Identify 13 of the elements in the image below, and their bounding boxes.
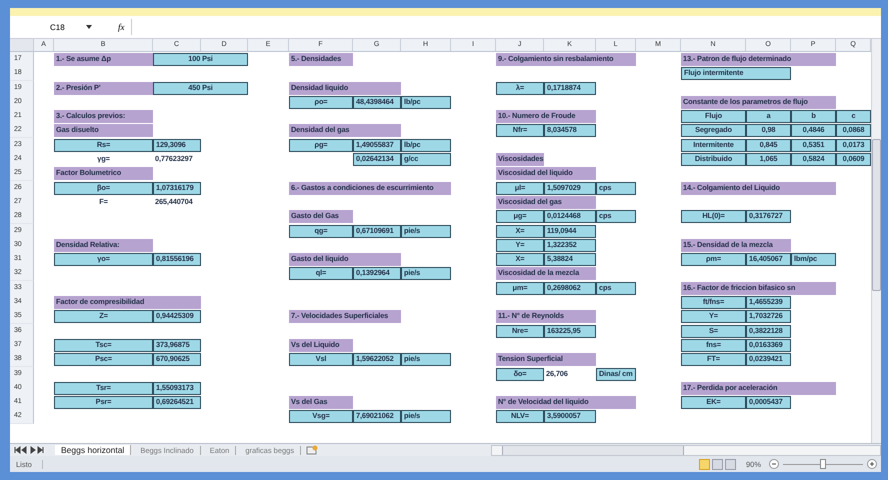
vertical-scrollbar[interactable] bbox=[871, 39, 881, 443]
name-box[interactable]: C18 bbox=[10, 22, 80, 32]
view-button[interactable] bbox=[698, 458, 710, 470]
slider-thumb[interactable] bbox=[820, 459, 826, 469]
view-button[interactable] bbox=[712, 458, 723, 470]
sheet-tab[interactable]: Beggs horizontal bbox=[55, 445, 132, 455]
fx-label[interactable]: fx bbox=[118, 22, 124, 32]
zoom-in-icon[interactable] bbox=[867, 459, 877, 469]
new-sheet-icon[interactable] bbox=[306, 445, 318, 455]
horizontal-scrollbar[interactable] bbox=[491, 444, 881, 456]
zoom-out-icon[interactable] bbox=[769, 459, 779, 469]
caret-icon[interactable] bbox=[86, 25, 92, 29]
view-button[interactable] bbox=[724, 458, 736, 470]
